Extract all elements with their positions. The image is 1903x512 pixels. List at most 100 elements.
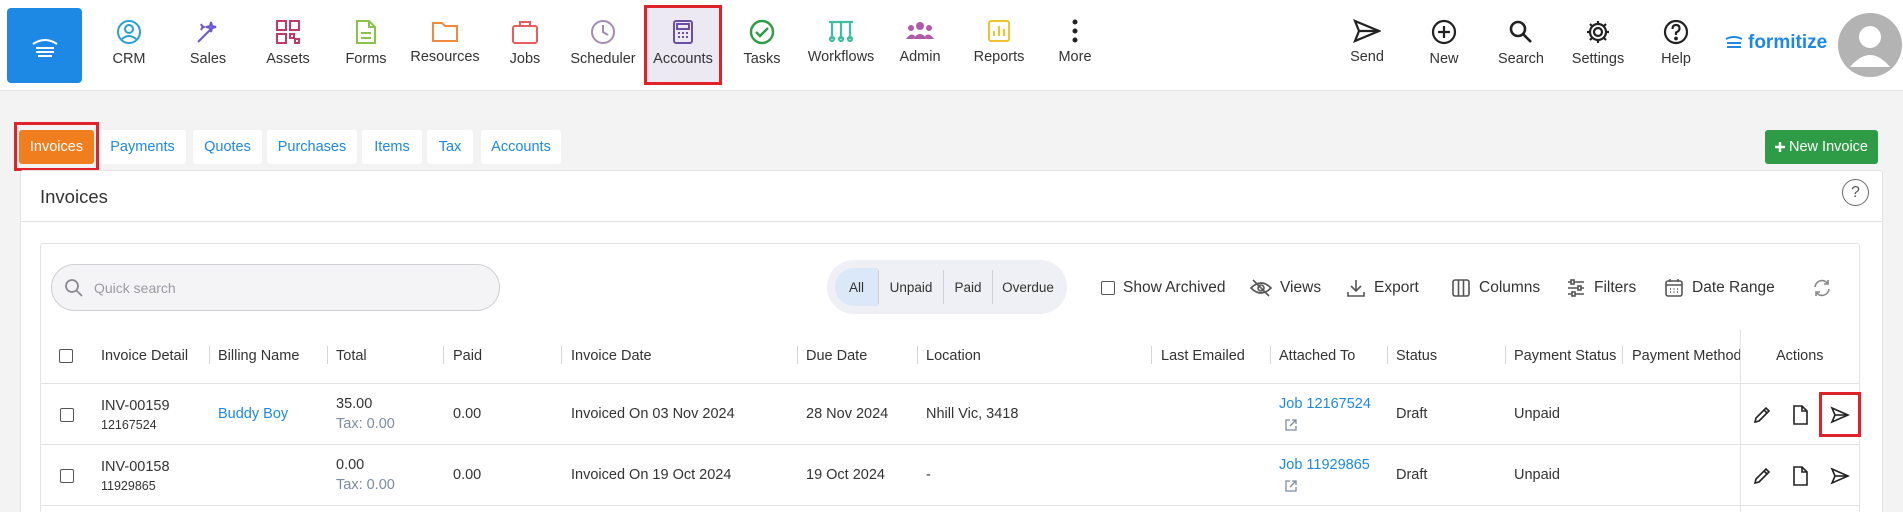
filters-button[interactable]: Filters (1566, 278, 1636, 298)
external-link-icon[interactable] (1284, 418, 1298, 432)
filter-overdue[interactable]: Overdue (993, 268, 1063, 306)
edit-button[interactable] (1751, 465, 1773, 487)
due-date: 28 Nov 2024 (806, 406, 889, 422)
col-header-paid[interactable]: Paid (453, 348, 482, 364)
col-header-invoice-date[interactable]: Invoice Date (571, 348, 652, 364)
date-range-button[interactable]: Date Range (1664, 278, 1775, 298)
filters-label: Filters (1594, 279, 1637, 296)
row-checkbox[interactable] (60, 408, 74, 422)
nav-resources[interactable]: Resources (408, 7, 482, 83)
nav-reports[interactable]: Reports (962, 7, 1036, 83)
columns-icon (1452, 279, 1470, 297)
new-invoice-button[interactable]: New Invoice (1765, 130, 1878, 164)
refresh-button[interactable] (1812, 278, 1832, 298)
col-header-location[interactable]: Location (926, 348, 981, 364)
export-button[interactable]: Export (1346, 278, 1419, 298)
col-header-payment-status[interactable]: Payment Status (1514, 348, 1616, 364)
brand-logo: formitize (1724, 32, 1827, 54)
folder-icon (432, 22, 458, 42)
nav-send[interactable]: Send (1330, 7, 1404, 83)
location: - (926, 467, 931, 483)
tab-accounts[interactable]: Accounts (481, 130, 561, 164)
filter-all[interactable]: All (835, 268, 878, 306)
tab-quotes[interactable]: Quotes (193, 130, 262, 164)
tab-items[interactable]: Items (362, 130, 422, 164)
help-button[interactable]: ? (1842, 179, 1869, 206)
tab-tax[interactable]: Tax (427, 130, 473, 164)
divider (1151, 346, 1152, 364)
select-all-checkbox[interactable] (59, 349, 73, 363)
nav-search[interactable]: Search (1484, 7, 1558, 83)
tab-purchases[interactable]: Purchases (267, 130, 357, 164)
quick-search[interactable] (51, 264, 500, 311)
divider (41, 383, 1859, 384)
invoice-number[interactable]: INV-00158 (101, 459, 170, 475)
col-header-status[interactable]: Status (1396, 348, 1437, 364)
col-header-payment-method[interactable]: Payment Method (1632, 348, 1742, 364)
workflow-icon (828, 20, 854, 43)
nav-workflows[interactable]: Workflows (804, 7, 878, 83)
nav-new[interactable]: New (1407, 7, 1481, 83)
attached-job-link[interactable]: Job 12167524 (1279, 396, 1371, 412)
nav-admin[interactable]: Admin (883, 7, 957, 83)
document-button[interactable] (1789, 465, 1811, 487)
tab-payments[interactable]: Payments (99, 130, 186, 164)
columns-button[interactable]: Columns (1451, 278, 1540, 298)
divider (1622, 346, 1623, 364)
send-invoice-button[interactable] (1829, 465, 1851, 487)
avatar[interactable] (1838, 13, 1902, 77)
show-archived-label: Show Archived (1123, 279, 1226, 296)
col-header-last-emailed[interactable]: Last Emailed (1161, 348, 1245, 364)
nav-jobs[interactable]: Jobs (488, 7, 562, 83)
search-input[interactable] (94, 279, 474, 296)
nav-scheduler[interactable]: Scheduler (566, 7, 640, 83)
filter-unpaid[interactable]: Unpaid (879, 268, 943, 306)
nav-tasks[interactable]: Tasks (725, 7, 799, 83)
col-header-attached-to[interactable]: Attached To (1279, 348, 1355, 364)
billing-name-link[interactable]: Buddy Boy (218, 406, 288, 422)
nav-assets[interactable]: Assets (251, 7, 325, 83)
attached-job-link[interactable]: Job 11929865 (1279, 457, 1370, 473)
columns-label: Columns (1479, 279, 1541, 296)
show-archived-toggle[interactable]: Show Archived (1101, 278, 1226, 298)
nav-more[interactable]: More (1038, 7, 1112, 83)
nav-label: Accounts (653, 51, 713, 67)
brand-name: formitize (1748, 32, 1828, 53)
more-vertical-icon (1072, 19, 1078, 43)
nav-label: Scheduler (570, 51, 636, 67)
edit-button[interactable] (1751, 404, 1773, 426)
send-icon (1353, 19, 1381, 43)
gear-icon (1587, 21, 1609, 43)
people-icon (906, 22, 934, 39)
nav-label: CRM (112, 51, 146, 67)
tax-value: Tax: 0.00 (336, 477, 395, 493)
nav-accounts[interactable]: Accounts (644, 5, 722, 85)
row-checkbox[interactable] (60, 469, 74, 483)
invoice-number[interactable]: INV-00159 (101, 398, 170, 414)
col-header-billing-name[interactable]: Billing Name (218, 348, 299, 364)
filter-paid[interactable]: Paid (944, 268, 992, 306)
status-badge: Draft (1396, 406, 1428, 422)
nav-sales[interactable]: Sales (171, 7, 245, 83)
col-header-due-date[interactable]: Due Date (806, 348, 867, 364)
show-archived-checkbox[interactable] (1101, 281, 1115, 295)
pencil-icon (1753, 406, 1771, 424)
divider (443, 346, 444, 364)
nav-crm[interactable]: CRM (92, 7, 166, 83)
nav-help[interactable]: Help (1639, 7, 1713, 83)
nav-label: Settings (1571, 51, 1625, 67)
invoice-date: Invoiced On 03 Nov 2024 (571, 406, 735, 422)
col-header-total[interactable]: Total (336, 348, 367, 364)
divider (561, 346, 562, 364)
formitize-logo-icon (1725, 36, 1743, 48)
divider (797, 346, 798, 364)
nav-forms[interactable]: Forms (329, 7, 403, 83)
views-button[interactable]: Views (1250, 278, 1321, 298)
nav-settings[interactable]: Settings (1561, 7, 1635, 83)
home-button[interactable] (7, 8, 82, 83)
invoice-ref: 12167524 (101, 418, 157, 432)
document-button[interactable] (1789, 404, 1811, 426)
col-header-invoice-detail[interactable]: Invoice Detail (101, 348, 188, 364)
external-link-icon[interactable] (1284, 479, 1298, 493)
plus-circle-icon (1431, 19, 1457, 45)
